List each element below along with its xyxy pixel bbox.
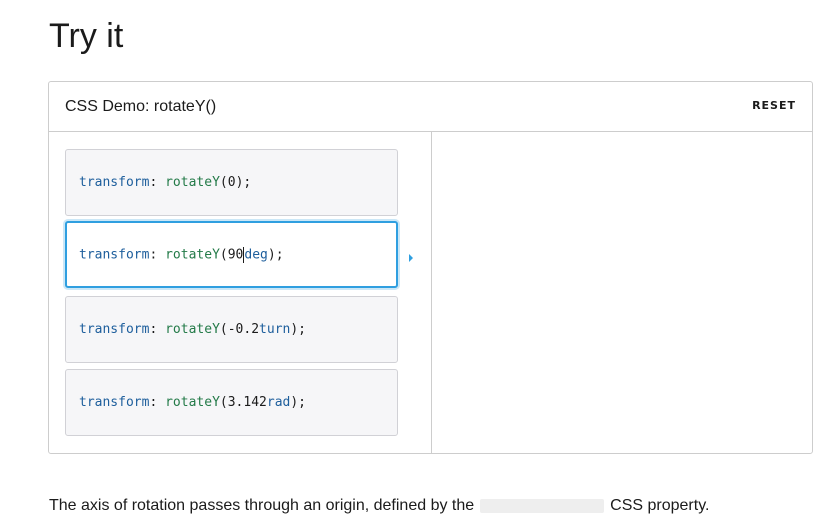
code-close: );: [290, 322, 307, 337]
css-unit: rad: [266, 395, 291, 410]
code-colon: :: [149, 322, 166, 337]
css-function: rotateY: [165, 395, 220, 410]
code-paren: (: [219, 322, 228, 337]
inline-code[interactable]: [480, 498, 605, 513]
selected-arrow-icon: [409, 254, 413, 262]
description-after: CSS property.: [610, 497, 710, 514]
code-close: );: [267, 247, 284, 262]
css-property: transform: [79, 322, 150, 337]
code-paren: (: [219, 247, 228, 262]
example-choice[interactable]: transform: rotateY(-0.2turn);: [65, 296, 398, 363]
css-value: -0.2: [227, 322, 260, 337]
code-close: );: [290, 395, 307, 410]
reset-button[interactable]: RESET: [752, 99, 796, 112]
css-value: 3.142: [227, 395, 267, 410]
example-choice-selected[interactable]: transform: rotateY(90deg);: [65, 221, 398, 288]
css-value: 90: [227, 247, 244, 262]
demo-header: CSS Demo: rotateY() RESET: [49, 82, 812, 132]
code-line: transform: rotateY(3.142rad);: [79, 395, 306, 410]
example-choice[interactable]: transform: rotateY(0);: [65, 149, 398, 216]
code-close: );: [235, 175, 252, 190]
code-paren: (: [219, 395, 228, 410]
code-colon: :: [149, 175, 166, 190]
editor-pane: transform: rotateY(0); transform: rotate…: [49, 132, 432, 453]
css-unit: deg: [244, 247, 268, 262]
css-property: transform: [79, 247, 150, 262]
description-before: The axis of rotation passes through an o…: [49, 497, 475, 514]
page-heading: Try it: [49, 17, 124, 55]
css-property: transform: [79, 175, 150, 190]
code-line: transform: rotateY(90deg);: [79, 246, 284, 263]
css-property: transform: [79, 395, 150, 410]
css-unit: turn: [259, 322, 291, 337]
description-text: The axis of rotation passes through an o…: [49, 497, 709, 515]
code-colon: :: [149, 395, 166, 410]
code-line: transform: rotateY(-0.2turn);: [79, 322, 306, 337]
css-function: rotateY: [165, 322, 220, 337]
css-function: rotateY: [165, 247, 220, 262]
interactive-demo: CSS Demo: rotateY() RESET transform: rot…: [48, 81, 813, 454]
css-function: rotateY: [165, 175, 220, 190]
example-choice[interactable]: transform: rotateY(3.142rad);: [65, 369, 398, 436]
output-pane: [432, 132, 812, 453]
code-line: transform: rotateY(0);: [79, 175, 251, 190]
code-paren: (: [219, 175, 228, 190]
code-colon: :: [149, 247, 166, 262]
demo-title: CSS Demo: rotateY(): [65, 98, 217, 115]
css-value: 0: [227, 175, 236, 190]
